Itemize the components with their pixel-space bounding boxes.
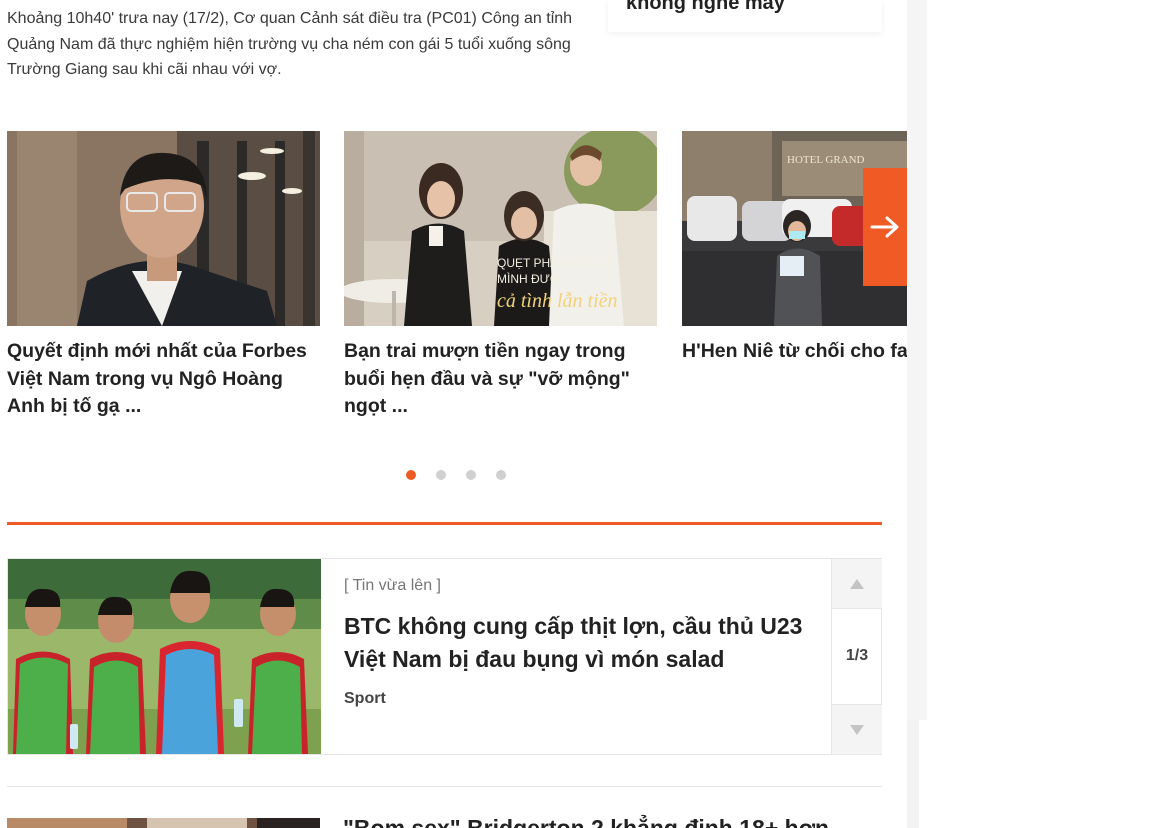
ticker-thumbnail[interactable] (8, 559, 321, 754)
related-carousel: Quyết định mới nhất của Forbes Việt Nam … (7, 131, 907, 431)
carousel-dot-4[interactable] (496, 470, 506, 480)
related-card-title[interactable]: không nghe máy (626, 0, 785, 15)
slide-thumbnail[interactable] (7, 131, 320, 326)
ticker-counter: 1/3 (845, 647, 869, 664)
ticker-next-button[interactable] (832, 704, 882, 754)
overlay-text-line2: MÌNH ĐƯỢC (497, 271, 569, 286)
slide-headline[interactable]: Quyết định mới nhất của Forbes Việt Nam … (7, 338, 320, 421)
carousel-dot-3[interactable] (466, 470, 476, 480)
carousel-slide[interactable]: QUẸT PHẢI MỘT CÁI MÌNH ĐƯỢC cả tình lẫn … (344, 131, 657, 421)
carousel-slide[interactable]: Quyết định mới nhất của Forbes Việt Nam … (7, 131, 320, 421)
article-lead-text: Khoảng 10h40' trưa nay (17/2), Cơ quan C… (7, 10, 573, 78)
page-gutter-lower (907, 720, 919, 828)
hotel-sign-text: HOTEL GRAND (787, 154, 865, 166)
carousel-dot-2[interactable] (436, 470, 446, 480)
ticker-navigation: 1/3 (831, 559, 882, 754)
list-divider (7, 786, 882, 787)
ticker-headline[interactable]: BTC không cung cấp thịt lợn, cầu thủ U23… (344, 610, 819, 676)
ticker-category[interactable]: Sport (344, 690, 386, 708)
ticker-prev-button[interactable] (832, 559, 882, 609)
latest-news-ticker: [ Tin vừa lên ] BTC không cung cấp thịt … (7, 558, 882, 755)
section-divider (7, 522, 882, 525)
next-article-thumbnail[interactable] (7, 818, 320, 828)
ticker-tag: [ Tin vừa lên ] (344, 577, 441, 594)
related-card[interactable]: không nghe máy (608, 0, 882, 32)
overlay-text-script: cả tình lẫn tiền (497, 290, 618, 312)
slide-headline[interactable]: Bạn trai mượn tiền ngay trong buổi hẹn đ… (344, 338, 657, 421)
carousel-dot-1[interactable] (406, 470, 416, 480)
triangle-down-icon (850, 724, 864, 735)
article-page: Khoảng 10h40' trưa nay (17/2), Cơ quan C… (0, 0, 907, 828)
overlay-text-line1: QUẸT PHẢI MỘT CÁI (497, 255, 615, 270)
slide-thumbnail[interactable]: QUẸT PHẢI MỘT CÁI MÌNH ĐƯỢC cả tình lẫn … (344, 131, 657, 326)
next-article-headline[interactable]: "Bom sex" Bridgerton 2 khẳng định 18+ hơ… (343, 815, 829, 828)
page-gutter (907, 0, 927, 720)
triangle-up-icon (850, 578, 864, 589)
slide-headline[interactable]: H'Hen Niê từ chối cho fa chữ ký, nguyên … (682, 338, 907, 366)
carousel-pagination (406, 470, 506, 480)
arrow-right-icon (870, 216, 899, 238)
carousel-next-button[interactable] (863, 168, 907, 286)
